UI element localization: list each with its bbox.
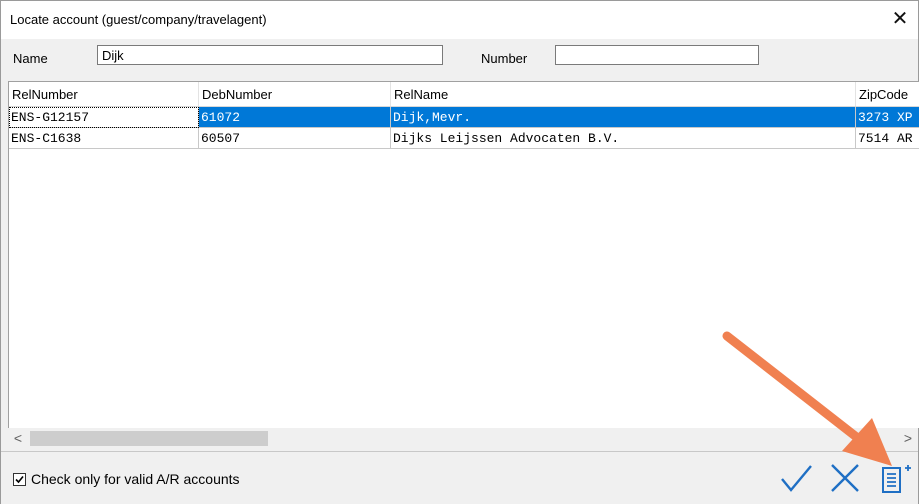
column-header-zipcode[interactable]: ZipCode — [856, 82, 919, 106]
cell-debnumber: 61072 — [199, 107, 391, 128]
title-bar: Locate account (guest/company/travelagen… — [1, 1, 918, 39]
cell-zipcode: 7514 AR — [856, 128, 919, 149]
scroll-right-button[interactable]: > — [898, 428, 918, 449]
dialog-title: Locate account (guest/company/travelagen… — [10, 12, 267, 27]
name-input[interactable] — [97, 45, 443, 65]
cell-debnumber: 60507 — [199, 128, 391, 149]
cell-relname: Dijks Leijssen Advocaten B.V. — [391, 128, 856, 149]
footer-bar: Check only for valid A/R accounts — [1, 451, 918, 504]
cell-relnumber: ENS-G12157 — [9, 107, 199, 128]
grid-header: RelNumber DebNumber RelName ZipCode — [9, 82, 919, 107]
close-button[interactable]: ✕ — [888, 6, 912, 32]
scroll-left-button[interactable]: < — [8, 428, 28, 449]
new-account-button[interactable] — [879, 460, 915, 496]
scrollbar-thumb[interactable] — [30, 431, 268, 446]
checkbox-check-icon — [15, 475, 24, 484]
column-header-relnumber[interactable]: RelNumber — [9, 82, 199, 106]
cell-relnumber: ENS-C1638 — [9, 128, 199, 149]
horizontal-scrollbar[interactable]: < > — [8, 428, 918, 449]
table-row[interactable]: ENS-C1638 60507 Dijks Leijssen Advocaten… — [9, 128, 919, 149]
cell-relname: Dijk,Mevr. — [391, 107, 856, 128]
table-row[interactable]: ENS-G12157 61072 Dijk,Mevr. 3273 XP — [9, 107, 919, 128]
valid-ar-checkbox-label[interactable]: Check only for valid A/R accounts — [31, 471, 240, 487]
valid-ar-checkbox[interactable] — [13, 473, 26, 486]
column-header-relname[interactable]: RelName — [391, 82, 856, 106]
cell-zipcode: 3273 XP — [856, 107, 919, 128]
search-panel: Name Number — [1, 39, 918, 77]
accounts-grid[interactable]: RelNumber DebNumber RelName ZipCode ENS-… — [8, 81, 919, 428]
ok-button[interactable] — [778, 460, 814, 496]
column-header-debnumber[interactable]: DebNumber — [199, 82, 391, 106]
cross-icon — [831, 464, 859, 492]
number-label: Number — [481, 51, 528, 66]
new-account-icon — [882, 465, 911, 493]
number-input[interactable] — [555, 45, 759, 65]
locate-account-dialog: Locate account (guest/company/travelagen… — [0, 0, 919, 504]
name-label: Name — [13, 51, 48, 66]
cancel-button[interactable] — [827, 460, 863, 496]
checkmark-icon — [781, 465, 812, 492]
